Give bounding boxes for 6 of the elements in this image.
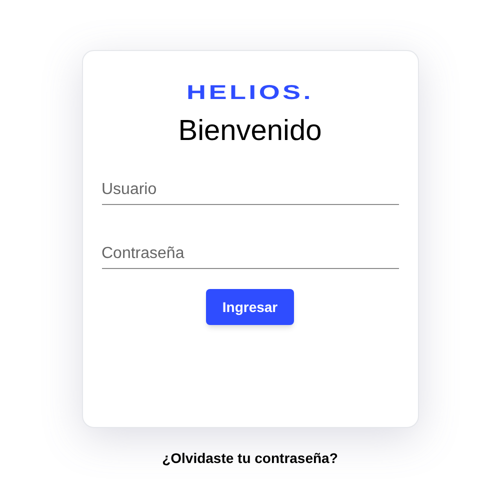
welcome-heading: Bienvenido: [178, 114, 322, 149]
logo: HELIOS.: [186, 83, 314, 103]
submit-button[interactable]: Ingresar: [206, 289, 294, 326]
password-field[interactable]: Contraseña: [102, 231, 398, 270]
username-field[interactable]: Usuario: [102, 167, 398, 206]
forgot-password-link[interactable]: ¿Olvidaste tu contraseña?: [162, 448, 338, 469]
